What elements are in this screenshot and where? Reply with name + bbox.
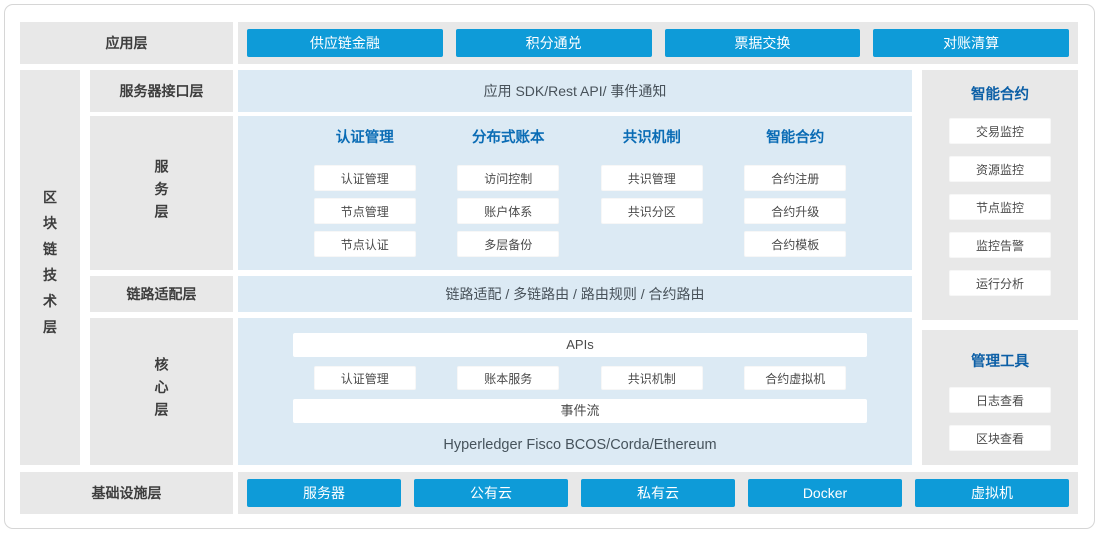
sdk-api-bar: 应用 SDK/Rest API/ 事件通知 — [238, 70, 912, 112]
tools-panel: 管理工具 日志查看 区块查看 — [922, 330, 1078, 465]
tools-item: 日志查看 — [949, 387, 1051, 413]
monitor-item: 监控告警 — [949, 232, 1051, 258]
service-column-header: 智能合约 — [766, 128, 824, 148]
interface-layer-label-box: 服务器接口层 — [90, 70, 233, 112]
service-column-header: 共识机制 — [623, 128, 681, 148]
core-item: 认证管理 — [314, 366, 416, 390]
core-layer-panel: APIs 认证管理 账本服务 共识机制 合约虚拟机 事件流 Hyperledge… — [238, 318, 912, 465]
core-layer-label-box: 核心层 — [90, 318, 233, 465]
link-layer-label: 链路适配层 — [127, 284, 197, 304]
infra-layer-label-box: 基础设施层 — [20, 472, 233, 514]
infra-block-public-cloud: 公有云 — [414, 479, 568, 507]
monitor-panel: 智能合约 交易监控 资源监控 节点监控 监控告警 运行分析 — [922, 70, 1078, 320]
infra-block-server: 服务器 — [247, 479, 401, 507]
service-column-authentication: 认证管理 认证管理 节点管理 节点认证 — [293, 128, 437, 270]
app-layer-label: 应用层 — [106, 33, 148, 53]
interface-layer-label: 服务器接口层 — [120, 81, 204, 101]
monitor-item: 运行分析 — [949, 270, 1051, 296]
tools-item: 区块查看 — [949, 425, 1051, 451]
link-adapter-bar: 链路适配 / 多链路由 / 路由规则 / 合约路由 — [238, 276, 912, 312]
service-item: 合约模板 — [744, 231, 846, 257]
service-layer-panel: 认证管理 认证管理 节点管理 节点认证 分布式账本 访问控制 账户体系 多层备份… — [238, 116, 912, 270]
sdk-api-bar-text: 应用 SDK/Rest API/ 事件通知 — [484, 81, 667, 101]
infra-block-private-cloud: 私有云 — [581, 479, 735, 507]
service-item: 共识分区 — [601, 198, 703, 224]
app-block-supply-chain-finance: 供应链金融 — [247, 29, 443, 57]
service-item: 合约注册 — [744, 165, 846, 191]
app-layer-band: 供应链金融 积分通兑 票据交换 对账清算 — [238, 22, 1078, 64]
service-layer-label-box: 服务层 — [90, 116, 233, 270]
app-block-points-exchange: 积分通兑 — [456, 29, 652, 57]
platforms-text: Hyperledger Fisco BCOS/Corda/Ethereum — [293, 437, 867, 453]
apis-bar: APIs — [293, 333, 867, 357]
service-column-header: 分布式账本 — [472, 128, 545, 148]
service-item: 账户体系 — [457, 198, 559, 224]
service-item: 多层备份 — [457, 231, 559, 257]
infra-block-docker: Docker — [748, 479, 902, 507]
blockchain-architecture-diagram: 应用层 供应链金融 积分通兑 票据交换 对账清算 区块链技术层 服务器接口层 服… — [0, 0, 1100, 534]
service-column-consensus: 共识机制 共识管理 共识分区 — [580, 128, 724, 270]
service-column-smart-contract: 智能合约 合约注册 合约升级 合约模板 — [724, 128, 868, 270]
service-item: 共识管理 — [601, 165, 703, 191]
monitor-item: 节点监控 — [949, 194, 1051, 220]
core-item: 账本服务 — [457, 366, 559, 390]
infra-layer-band: 服务器 公有云 私有云 Docker 虚拟机 — [238, 472, 1078, 514]
service-item: 合约升级 — [744, 198, 846, 224]
service-item: 节点管理 — [314, 198, 416, 224]
monitor-item: 资源监控 — [949, 156, 1051, 182]
service-item: 节点认证 — [314, 231, 416, 257]
monitor-item: 交易监控 — [949, 118, 1051, 144]
service-column-header: 认证管理 — [336, 128, 394, 148]
tech-layer-label: 区块链技术层 — [40, 190, 60, 345]
monitor-panel-header: 智能合约 — [971, 83, 1029, 104]
link-layer-label-box: 链路适配层 — [90, 276, 233, 312]
tech-layer-bar: 区块链技术层 — [20, 70, 80, 465]
service-item: 访问控制 — [457, 165, 559, 191]
event-stream-bar: 事件流 — [293, 399, 867, 423]
app-block-bill-exchange: 票据交换 — [665, 29, 861, 57]
core-layer-label: 核心层 — [152, 357, 172, 425]
core-item: 共识机制 — [601, 366, 703, 390]
service-item: 认证管理 — [314, 165, 416, 191]
app-layer-label-box: 应用层 — [20, 22, 233, 64]
service-layer-label: 服务层 — [152, 159, 172, 227]
tools-panel-header: 管理工具 — [971, 350, 1029, 371]
infra-block-virtual-machine: 虚拟机 — [915, 479, 1069, 507]
infra-layer-label: 基础设施层 — [92, 483, 162, 503]
service-column-distributed-ledger: 分布式账本 访问控制 账户体系 多层备份 — [437, 128, 581, 270]
link-adapter-bar-text: 链路适配 / 多链路由 / 路由规则 / 合约路由 — [445, 284, 704, 304]
app-block-reconciliation-clearing: 对账清算 — [873, 29, 1069, 57]
core-item: 合约虚拟机 — [744, 366, 846, 390]
